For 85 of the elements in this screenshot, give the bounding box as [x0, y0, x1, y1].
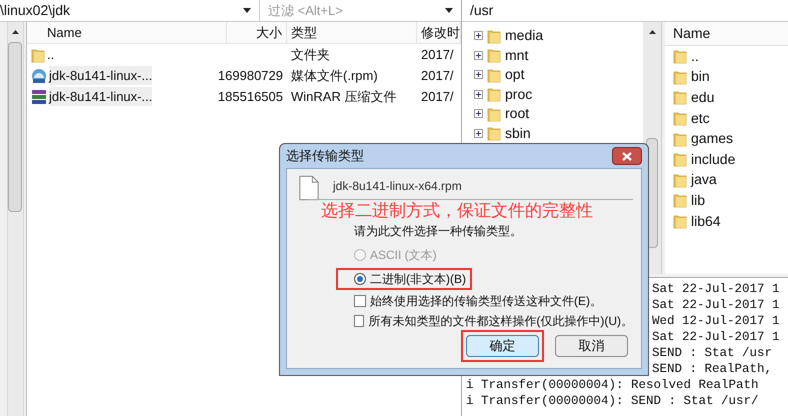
checkbox-label[interactable]: 所有未知类型的文件都这样操作(仅此操作中)(U)。 — [368, 312, 633, 330]
file-name[interactable]: edu — [691, 86, 714, 108]
log-line: SEND : RealPath, — [652, 362, 772, 376]
file-name[interactable]: jdk-8u141-linux-... — [49, 66, 152, 86]
checkbox[interactable] — [354, 295, 366, 307]
file-name[interactable]: etc — [691, 108, 710, 129]
tree-item[interactable]: media — [505, 25, 544, 46]
file-name[interactable]: games — [691, 128, 734, 150]
log-line: i Transfer(00000004): Resolved RealPath — [466, 378, 759, 392]
folder-icon — [31, 46, 45, 62]
folder-icon — [487, 86, 501, 102]
file-type: WinRAR 压缩文件 — [291, 88, 396, 104]
folder-icon — [673, 89, 687, 106]
log-line: i Transfer(00000004): SEND : Stat /usr/ — [466, 394, 759, 408]
scroll-up-icon[interactable] — [648, 30, 656, 34]
scroll-up-icon[interactable] — [12, 30, 19, 34]
expand-icon[interactable] — [474, 109, 483, 118]
annotation-text: 选择二进制方式，保证文件的完整性 — [321, 201, 593, 221]
expand-icon[interactable] — [474, 128, 483, 138]
column-header[interactable]: 修改时 — [417, 22, 461, 43]
expand-icon[interactable] — [474, 31, 483, 40]
dropdown-arrow-icon — [243, 8, 251, 13]
folder-icon — [487, 66, 501, 83]
column-header[interactable]: 大小 — [227, 22, 287, 43]
folder-icon — [487, 47, 501, 64]
close-icon — [622, 152, 632, 160]
tree-item[interactable]: opt — [505, 64, 524, 86]
media-file-icon — [31, 68, 47, 84]
remote-path-field[interactable]: /usr — [470, 0, 494, 21]
tree-item[interactable]: root — [505, 103, 530, 124]
file-name[interactable]: .. — [691, 46, 699, 67]
dialog-title: 选择传输类型 — [286, 147, 364, 166]
column-header[interactable]: Name — [27, 22, 227, 43]
log-line: Sat 22-Jul-2017 1 — [652, 298, 780, 312]
file-name[interactable]: .. — [47, 44, 54, 64]
ok-button[interactable]: 确定 — [466, 335, 539, 357]
file-name[interactable]: jdk-8u141-linux-... — [49, 86, 152, 106]
folder-icon — [487, 106, 501, 122]
radio-label[interactable]: 二进制(非文本)(B) — [370, 270, 466, 288]
file-name[interactable]: bin — [691, 66, 710, 88]
folder-icon — [673, 48, 687, 64]
checkbox-label[interactable]: 始终使用选择的传输类型传送这种文件(E)。 — [370, 292, 602, 310]
cancel-button[interactable]: 取消 — [555, 335, 628, 357]
file-icon — [299, 175, 319, 201]
folder-icon — [487, 28, 501, 44]
radio-button[interactable] — [354, 273, 366, 285]
folder-icon — [673, 130, 687, 147]
column-header[interactable]: 类型 — [287, 22, 417, 43]
dropdown-arrow-icon — [445, 8, 453, 13]
file-type: 媒体文件(.rpm) — [291, 68, 378, 83]
close-button[interactable] — [612, 147, 642, 165]
file-type: 文件夹 — [291, 46, 330, 62]
log-line: Sat 22-Jul-2017 1 — [652, 282, 780, 296]
local-path-dropdown[interactable]: \linux02\jdk — [0, 0, 260, 21]
folder-icon — [673, 110, 687, 126]
tree-item[interactable]: proc — [505, 84, 532, 105]
tree-item[interactable]: sbin — [505, 122, 531, 144]
log-line: SEND : Stat /usr — [652, 346, 772, 360]
folder-icon — [673, 172, 687, 188]
file-name[interactable]: java — [691, 169, 717, 190]
file-name[interactable]: lib — [691, 190, 706, 211]
folder-icon — [673, 151, 687, 168]
folder-icon — [487, 125, 501, 142]
folder-icon — [673, 213, 687, 230]
expand-icon[interactable] — [474, 70, 483, 80]
folder-icon — [673, 68, 687, 85]
file-name[interactable]: lib64 — [691, 210, 721, 232]
file-date: 2017/ — [421, 68, 454, 83]
file-name: jdk-8u141-linux-x64.rpm — [333, 178, 462, 192]
column-header[interactable]: Name — [665, 22, 788, 46]
folder-icon — [673, 192, 687, 208]
archive-icon — [31, 88, 47, 104]
file-size: 169980729 — [218, 66, 283, 85]
log-line: Wed 12-Jul-2017 1 — [652, 314, 780, 328]
file-date: 2017/ — [421, 88, 454, 104]
tree-item[interactable]: mnt — [505, 44, 528, 66]
scrollbar[interactable] — [6, 22, 24, 416]
file-size: 185516505 — [218, 88, 283, 106]
prompt-text: 请为此文件选择一种传输类型。 — [354, 223, 523, 238]
file-date: 2017/ — [421, 46, 454, 62]
expand-icon[interactable] — [474, 90, 483, 99]
checkbox[interactable] — [354, 315, 364, 327]
file-name[interactable]: include — [691, 148, 736, 170]
log-line: Sat 22-Jul-2017 1 — [652, 330, 780, 344]
expand-icon[interactable] — [474, 50, 483, 60]
